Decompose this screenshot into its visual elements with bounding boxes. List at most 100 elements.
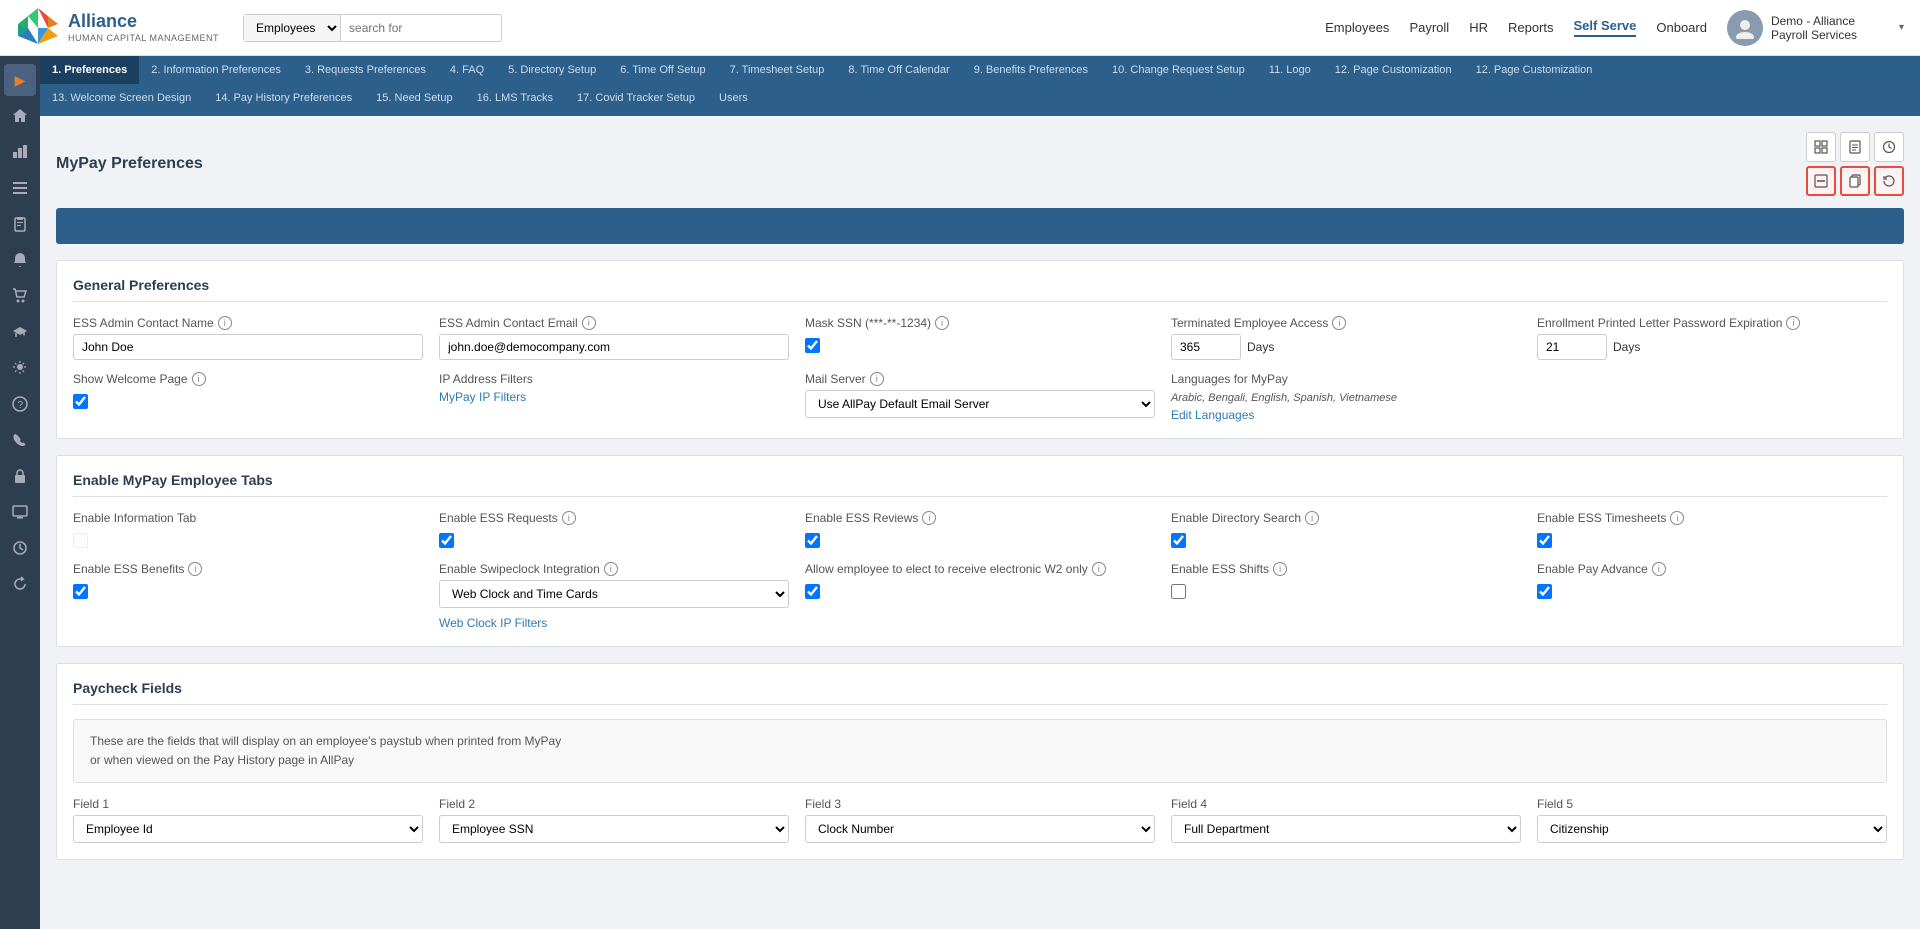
nav-onboard[interactable]: Onboard	[1656, 20, 1707, 35]
enable-directory-search-checkbox[interactable]	[1171, 533, 1186, 548]
enable-ess-timesheets-info[interactable]: i	[1670, 511, 1684, 525]
tab-need-setup[interactable]: 15. Need Setup	[364, 84, 464, 112]
enrollment-letter-input[interactable]	[1537, 334, 1607, 360]
toolbar-grid-button[interactable]	[1806, 132, 1836, 162]
ess-admin-name-info[interactable]: i	[218, 316, 232, 330]
sidebar-item-expand[interactable]: ▶	[4, 64, 36, 96]
tab-time-off-calendar[interactable]: 8. Time Off Calendar	[836, 56, 961, 84]
edit-languages-link[interactable]: Edit Languages	[1171, 408, 1887, 422]
terminated-access-input[interactable]	[1171, 334, 1241, 360]
tab-logo[interactable]: 11. Logo	[1257, 56, 1323, 84]
enable-info-tab-checkbox[interactable]	[73, 533, 88, 548]
enable-ess-requests-checkbox[interactable]	[439, 533, 454, 548]
ess-admin-email-info[interactable]: i	[582, 316, 596, 330]
enable-pay-advance-checkbox-row	[1537, 584, 1887, 599]
sidebar-item-clock[interactable]	[4, 532, 36, 564]
user-name: Demo - Alliance Payroll Services	[1771, 14, 1891, 42]
tab-page-customization-2[interactable]: 12. Page Customization	[1464, 56, 1605, 84]
field3-select[interactable]: Clock Number Employee Id Employee SSN Fu…	[805, 815, 1155, 843]
toolbar-copy-button[interactable]	[1840, 166, 1870, 196]
sidebar-item-home[interactable]	[4, 100, 36, 132]
enable-swipeclock-info[interactable]: i	[604, 562, 618, 576]
tab-info-prefs[interactable]: 2. Information Preferences	[139, 56, 293, 84]
allow-w2-field: Allow employee to elect to receive elect…	[805, 562, 1155, 599]
enable-swipeclock-field: Enable Swipeclock Integration i Web Cloc…	[439, 562, 789, 630]
toolbar-doc-button[interactable]	[1840, 132, 1870, 162]
sidebar-item-light[interactable]	[4, 352, 36, 384]
show-welcome-page-info[interactable]: i	[192, 372, 206, 386]
sidebar-item-refresh[interactable]	[4, 568, 36, 600]
sidebar-item-cart[interactable]	[4, 280, 36, 312]
nav-employees[interactable]: Employees	[1325, 20, 1389, 35]
sidebar-item-phone[interactable]	[4, 424, 36, 456]
enable-ess-benefits-info[interactable]: i	[188, 562, 202, 576]
nav-reports[interactable]: Reports	[1508, 20, 1554, 35]
enable-ess-benefits-checkbox[interactable]	[73, 584, 88, 599]
nav-self-serve[interactable]: Self Serve	[1574, 18, 1637, 37]
sidebar-item-desktop[interactable]	[4, 496, 36, 528]
field1-select[interactable]: Employee Id Employee SSN Clock Number Fu…	[73, 815, 423, 843]
tab-benefits-prefs[interactable]: 9. Benefits Preferences	[962, 56, 1100, 84]
enable-ess-reviews-checkbox[interactable]	[805, 533, 820, 548]
toolbar-revert-button[interactable]	[1874, 166, 1904, 196]
toolbar-collapse-button[interactable]	[1806, 166, 1836, 196]
languages-field: Languages for MyPay Arabic, Bengali, Eng…	[1171, 372, 1887, 422]
enable-ess-shifts-checkbox[interactable]	[1171, 584, 1186, 599]
tab-change-request[interactable]: 10. Change Request Setup	[1100, 56, 1257, 84]
enable-directory-search-info[interactable]: i	[1305, 511, 1319, 525]
ess-admin-name-input[interactable]	[73, 334, 423, 360]
ess-admin-email-input[interactable]	[439, 334, 789, 360]
sidebar-item-clipboard[interactable]	[4, 208, 36, 240]
enable-ess-timesheets-checkbox[interactable]	[1537, 533, 1552, 548]
enrollment-letter-field: Enrollment Printed Letter Password Expir…	[1537, 316, 1887, 360]
mail-server-select[interactable]: Use AllPay Default Email Server Custom S…	[805, 390, 1155, 418]
sidebar-item-bell[interactable]	[4, 244, 36, 276]
tab-covid-tracker[interactable]: 17. Covid Tracker Setup	[565, 84, 707, 112]
field4-select[interactable]: Full Department Employee Id Employee SSN…	[1171, 815, 1521, 843]
allow-w2-checkbox[interactable]	[805, 584, 820, 599]
tab-welcome-screen[interactable]: 13. Welcome Screen Design	[40, 84, 203, 112]
tab-faq[interactable]: 4. FAQ	[438, 56, 496, 84]
nav-hr[interactable]: HR	[1469, 20, 1488, 35]
enable-swipeclock-select[interactable]: Web Clock and Time Cards Time Cards Only…	[439, 580, 789, 608]
sidebar-item-lock[interactable]	[4, 460, 36, 492]
webclock-ip-filters-link[interactable]: Web Clock IP Filters	[439, 616, 789, 630]
enable-ess-requests-info[interactable]: i	[562, 511, 576, 525]
sidebar-item-list[interactable]	[4, 172, 36, 204]
mask-ssn-checkbox[interactable]	[805, 338, 820, 353]
user-area[interactable]: Demo - Alliance Payroll Services ▾	[1727, 10, 1904, 46]
tab-requests-prefs[interactable]: 3. Requests Preferences	[293, 56, 438, 84]
enable-pay-advance-checkbox[interactable]	[1537, 584, 1552, 599]
nav-payroll[interactable]: Payroll	[1409, 20, 1449, 35]
toolbar-history-button[interactable]	[1874, 132, 1904, 162]
mask-ssn-info[interactable]: i	[935, 316, 949, 330]
tab-time-off-setup[interactable]: 6. Time Off Setup	[608, 56, 717, 84]
tab-lms-tracks[interactable]: 16. LMS Tracks	[465, 84, 565, 112]
logo-area: Alliance Human Capital Management	[16, 6, 219, 50]
field2-container: Field 2 Employee SSN Employee Id Clock N…	[439, 797, 789, 843]
field2-select[interactable]: Employee SSN Employee Id Clock Number Fu…	[439, 815, 789, 843]
enable-pay-advance-info[interactable]: i	[1652, 562, 1666, 576]
enable-ess-reviews-info[interactable]: i	[922, 511, 936, 525]
ip-address-link[interactable]: MyPay IP Filters	[439, 390, 789, 404]
enrollment-letter-info[interactable]: i	[1786, 316, 1800, 330]
sidebar-item-graduation[interactable]	[4, 316, 36, 348]
show-welcome-page-checkbox[interactable]	[73, 394, 88, 409]
tab-page-customization-1[interactable]: 12. Page Customization	[1323, 56, 1464, 84]
tab-preferences[interactable]: 1. Preferences	[40, 56, 139, 84]
enable-ess-requests-checkbox-row	[439, 533, 789, 548]
sidebar-item-charts[interactable]	[4, 136, 36, 168]
search-input[interactable]	[341, 16, 501, 40]
tab-pay-history-prefs[interactable]: 14. Pay History Preferences	[203, 84, 364, 112]
sidebar-item-question[interactable]: ?	[4, 388, 36, 420]
enable-ess-shifts-info[interactable]: i	[1273, 562, 1287, 576]
terminated-access-info[interactable]: i	[1332, 316, 1346, 330]
allow-w2-info[interactable]: i	[1092, 562, 1106, 576]
tab-users[interactable]: Users	[707, 84, 760, 112]
field5-select[interactable]: Citizenship Employee Id Employee SSN Clo…	[1537, 815, 1887, 843]
search-type-dropdown[interactable]: Employees	[244, 15, 341, 41]
employee-tabs-row1: Enable Information Tab Enable ESS Reques…	[73, 511, 1887, 548]
mail-server-info[interactable]: i	[870, 372, 884, 386]
tab-directory-setup[interactable]: 5. Directory Setup	[496, 56, 608, 84]
tab-timesheet-setup[interactable]: 7. Timesheet Setup	[718, 56, 837, 84]
